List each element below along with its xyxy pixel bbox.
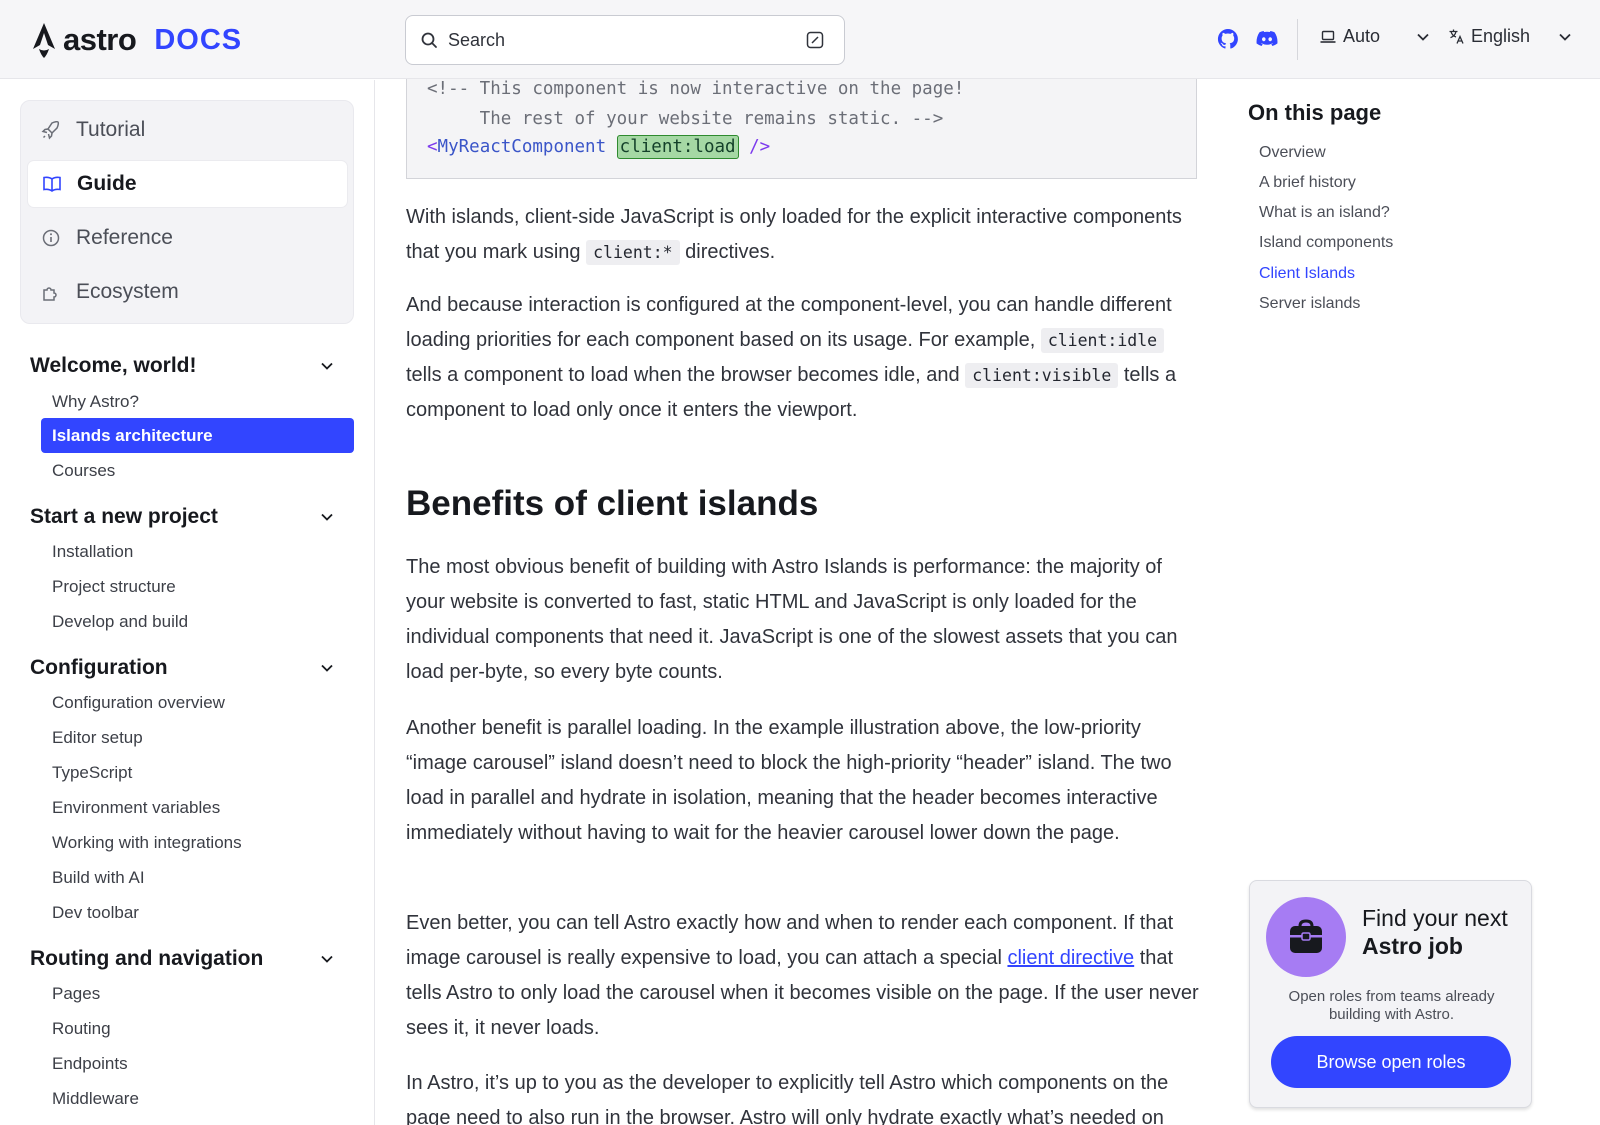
- astro-docs-logo[interactable]: astro DOCS: [29, 20, 242, 60]
- job-avatar: [1266, 897, 1346, 977]
- code-comment-line-1: <!-- This component is now interactive o…: [427, 79, 965, 99]
- sidebar-item-routing[interactable]: Routing: [52, 1019, 111, 1039]
- section-title: Routing and navigation: [30, 947, 264, 970]
- logo-wordmark: astro: [63, 22, 137, 57]
- astro-logo-icon: [33, 23, 55, 58]
- sidebar-item-working-with-integrations[interactable]: Working with integrations: [52, 833, 242, 853]
- puzzle-icon: [43, 287, 57, 301]
- nav-reference[interactable]: Reference: [27, 214, 348, 262]
- text: tells a component to load when the brows…: [406, 364, 966, 386]
- nav-reference-label: Reference: [76, 226, 173, 249]
- section-welcome-world[interactable]: Welcome, world!: [30, 354, 348, 378]
- sidebar-item-why-astro[interactable]: Why Astro?: [52, 392, 139, 412]
- inline-code: client:visible: [965, 363, 1119, 388]
- toc-item-a-brief-history[interactable]: A brief history: [1259, 174, 1356, 192]
- client-directive-link[interactable]: client directive: [1007, 947, 1134, 969]
- toc-item-server-islands[interactable]: Server islands: [1259, 295, 1360, 313]
- header-divider: [1297, 19, 1298, 60]
- sidebar-item-environment-variables[interactable]: Environment variables: [52, 798, 220, 818]
- rocket-icon: [41, 120, 60, 140]
- inline-code: client:idle: [1040, 328, 1165, 353]
- briefcase-icon: [1290, 919, 1322, 953]
- inline-code: client:*: [586, 240, 680, 265]
- sidebar-item-typescript[interactable]: TypeScript: [52, 763, 132, 783]
- sidebar-item-editor-setup[interactable]: Editor setup: [52, 728, 143, 748]
- text: directives.: [679, 241, 776, 263]
- nav-tutorial[interactable]: Tutorial: [27, 106, 348, 154]
- site-header: astro DOCS Search Auto English: [0, 0, 1600, 79]
- theme-select[interactable]: Auto: [1320, 26, 1430, 47]
- toc-item-client-islands[interactable]: Client Islands: [1259, 265, 1355, 283]
- sidebar-item-installation[interactable]: Installation: [52, 542, 133, 562]
- translate-icon: [1449, 29, 1464, 44]
- section-configuration[interactable]: Configuration: [30, 656, 348, 680]
- section-heading-benefits: Benefits of client islands: [406, 484, 819, 523]
- paragraph-parallel-loading: Another benefit is parallel loading. In …: [406, 717, 1172, 844]
- sidebar-item-courses[interactable]: Courses: [52, 461, 115, 481]
- sidebar-item-dev-toolbar[interactable]: Dev toolbar: [52, 903, 139, 923]
- code-block: <!-- This component is now interactive o…: [406, 79, 1197, 179]
- info-icon: [42, 229, 60, 247]
- paragraph-explicit-hydration: In Astro, it’s up to you as the develope…: [406, 1072, 1169, 1125]
- nav-guide-label: Guide: [77, 172, 137, 195]
- nav-ecosystem[interactable]: Ecosystem: [27, 268, 348, 316]
- code-comment-line-2: The rest of your website remains static.…: [427, 109, 944, 129]
- keyboard-shortcut-icon: [806, 31, 824, 49]
- language-select[interactable]: English: [1448, 26, 1572, 47]
- sidebar-item-endpoints[interactable]: Endpoints: [52, 1054, 128, 1074]
- nav-tutorial-label: Tutorial: [76, 118, 146, 141]
- section-start-a-new-project[interactable]: Start a new project: [30, 505, 348, 529]
- job-headline-bold: Astro job: [1362, 933, 1463, 959]
- job-board-card: Find your next Astro job Open roles from…: [1249, 880, 1532, 1108]
- search-label: Search: [448, 29, 506, 50]
- job-description: Open roles from teams already building w…: [1288, 988, 1495, 1023]
- chevron-down-icon: [321, 513, 333, 521]
- paragraph-islands-client-js: With islands, client-side JavaScript is …: [406, 200, 1201, 270]
- toc-item-island-components[interactable]: Island components: [1259, 234, 1393, 252]
- job-headline: Find your next: [1362, 905, 1508, 931]
- logo-docs-label: DOCS: [154, 23, 243, 56]
- open-book-icon: [43, 176, 61, 192]
- code-highlighted-directive: client:load: [616, 135, 739, 159]
- chevron-down-icon: [321, 362, 333, 370]
- paragraph-client-directive: Even better, you can tell Astro exactly …: [406, 906, 1201, 1046]
- sidebar: Tutorial Guide Reference Ecosystem Welco…: [0, 80, 375, 1125]
- sidebar-item-develop-and-build[interactable]: Develop and build: [52, 612, 188, 632]
- paragraph-performance: The most obvious benefit of building wit…: [406, 556, 1178, 683]
- github-icon[interactable]: [1216, 27, 1240, 51]
- chevron-down-icon: [1417, 33, 1429, 41]
- sidebar-item-build-with-ai[interactable]: Build with AI: [52, 868, 145, 888]
- sidebar-item-configuration-overview[interactable]: Configuration overview: [52, 693, 225, 713]
- code-component-line: <MyReactComponent client:load />: [427, 135, 771, 159]
- nav-ecosystem-label: Ecosystem: [76, 280, 179, 303]
- nav-guide[interactable]: Guide: [27, 160, 348, 208]
- browse-open-roles-button[interactable]: Browse open roles: [1271, 1036, 1511, 1088]
- sidebar-item-pages[interactable]: Pages: [52, 984, 100, 1004]
- section-title: Start a new project: [30, 505, 218, 528]
- chevron-down-icon: [321, 664, 333, 672]
- toc-item-overview[interactable]: Overview: [1259, 144, 1326, 162]
- sidebar-item-project-structure[interactable]: Project structure: [52, 577, 176, 597]
- code-close-bracket: />: [749, 137, 771, 157]
- discord-icon[interactable]: [1255, 27, 1279, 51]
- paragraph-loading-priorities: And because interaction is configured at…: [406, 288, 1201, 428]
- section-routing-and-navigation[interactable]: Routing and navigation: [30, 947, 348, 971]
- section-title: Welcome, world!: [30, 354, 197, 377]
- chevron-down-icon: [321, 955, 333, 963]
- laptop-icon: [1320, 30, 1336, 43]
- top-level-nav: Tutorial Guide Reference Ecosystem: [20, 100, 354, 324]
- theme-select-value: Auto: [1343, 26, 1381, 46]
- language-select-value: English: [1471, 26, 1531, 46]
- text: With islands, client-side JavaScript is …: [406, 206, 1182, 263]
- code-component-name: MyReactComponent: [437, 137, 607, 157]
- sidebar-item-middleware[interactable]: Middleware: [52, 1089, 139, 1109]
- sidebar-item-islands-architecture[interactable]: Islands architecture: [41, 418, 354, 453]
- code-open-bracket: <: [427, 137, 438, 157]
- toc-item-what-is-an-island[interactable]: What is an island?: [1259, 204, 1390, 222]
- toc-title: On this page: [1248, 100, 1382, 125]
- section-title: Configuration: [30, 656, 168, 679]
- search-button[interactable]: Search: [405, 15, 845, 65]
- chevron-down-icon: [1559, 33, 1571, 41]
- search-icon: [421, 32, 437, 48]
